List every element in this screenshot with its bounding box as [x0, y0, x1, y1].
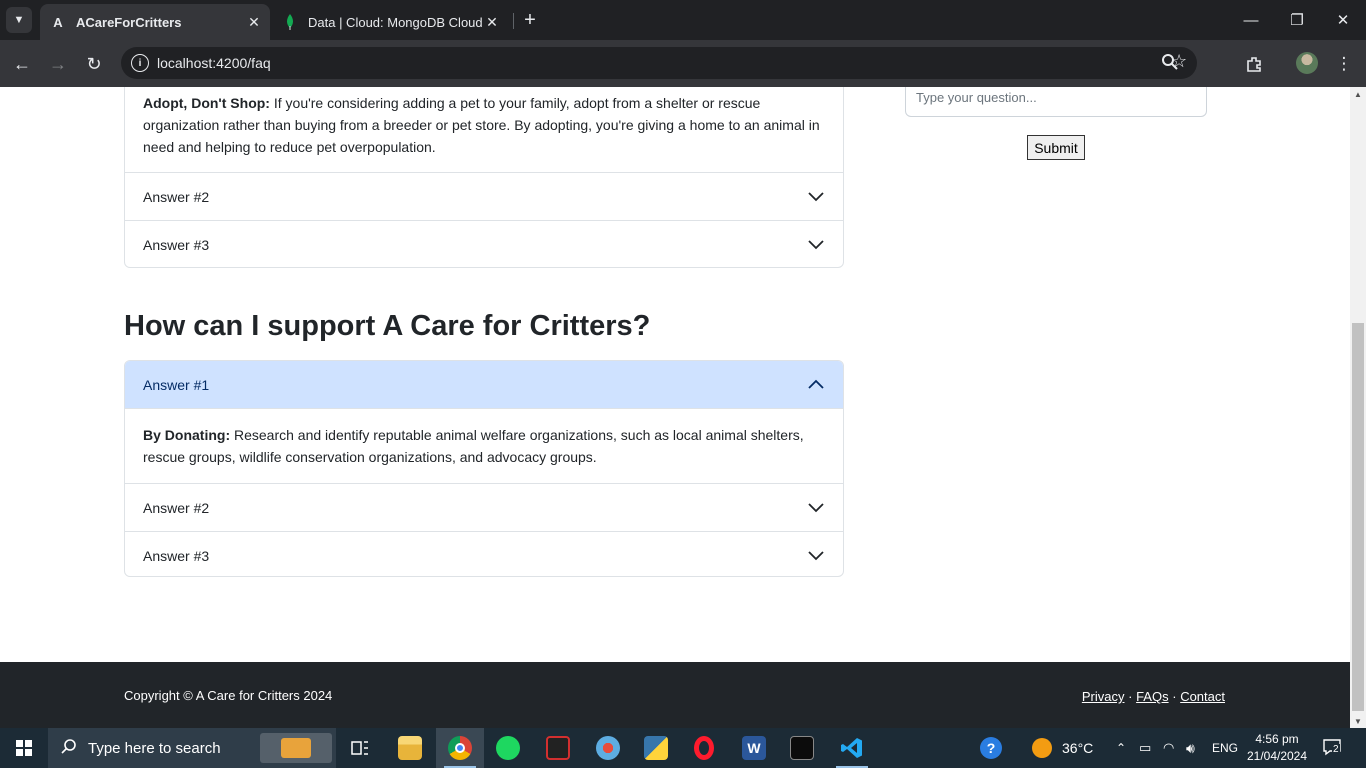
accordion-item-label: Answer #3	[143, 547, 210, 564]
mongodb-leaf-icon	[282, 14, 298, 30]
footer-separator: ·	[1128, 689, 1133, 704]
footer-copyright: Copyright © A Care for Critters 2024	[124, 688, 333, 703]
accordion-item-label: Answer #2	[143, 499, 210, 516]
windows-start-icon[interactable]	[0, 728, 48, 768]
scroll-up-arrow-icon[interactable]: ▲	[1350, 87, 1366, 101]
search-highlight-widget-icon[interactable]	[260, 733, 332, 763]
browser-toolbar: ← → ↻ i localhost:4200/faq ☆ ⋮	[0, 40, 1366, 87]
accordion-item-answer-1[interactable]: Answer #1	[125, 361, 843, 408]
answer-bold-lead: By Donating:	[143, 427, 231, 443]
battery-icon[interactable]: ▭	[1139, 728, 1151, 768]
section-title: How can I support A Care for Critters?	[124, 310, 651, 342]
spotify-icon[interactable]	[484, 728, 532, 768]
opera-icon[interactable]	[680, 728, 728, 768]
footer-separator: ·	[1172, 689, 1177, 704]
sun-icon	[1032, 738, 1052, 758]
terminal-icon[interactable]	[778, 728, 826, 768]
bookmark-star-icon[interactable]: ☆	[1171, 51, 1199, 75]
submit-button[interactable]: Submit	[1027, 135, 1085, 160]
site-footer: Copyright © A Care for Critters 2024 Pri…	[0, 662, 1350, 728]
accordion-item-label: Answer #1	[143, 376, 210, 393]
volume-icon[interactable]: 🔊︎	[1186, 728, 1195, 768]
minimize-icon[interactable]: —	[1228, 0, 1274, 40]
question-placeholder: Type your question...	[916, 90, 1037, 105]
site-favicon-icon: A	[53, 14, 63, 30]
word-icon[interactable]: W	[730, 728, 778, 768]
faq-accordion-adoption: Adopt, Don't Shop: If you're considering…	[124, 87, 844, 268]
answer-text: Research and identify reputable animal w…	[143, 427, 804, 465]
accordion-item-answer-2[interactable]: Answer #2	[125, 483, 843, 531]
game-launcher-icon[interactable]	[534, 728, 582, 768]
chevron-down-icon	[808, 503, 824, 513]
accordion-item-answer-2[interactable]: Answer #2	[125, 172, 843, 220]
footer-link-privacy[interactable]: Privacy	[1082, 689, 1125, 704]
taskbar-search[interactable]: Type here to search	[48, 728, 336, 768]
weather-temperature: 36°C	[1062, 740, 1094, 756]
search-placeholder: Type here to search	[88, 739, 221, 757]
close-tab-icon[interactable]: ✕	[244, 12, 264, 32]
notification-center-icon[interactable]: 2	[1322, 738, 1344, 758]
vscode-icon[interactable]	[828, 728, 876, 768]
page-scrollbar[interactable]: ▲ ▼	[1350, 87, 1366, 728]
chevron-down-icon	[808, 551, 824, 561]
back-arrow-icon[interactable]: ←	[8, 50, 36, 78]
language-indicator[interactable]: ENG	[1212, 728, 1238, 768]
page-viewport: Adopt, Don't Shop: If you're considering…	[0, 87, 1350, 728]
tab-mongodb[interactable]: Data | Cloud: MongoDB Cloud ✕	[272, 4, 508, 40]
snipping-tool-icon[interactable]	[584, 728, 632, 768]
accordion-item-answer-3[interactable]: Answer #3	[125, 531, 843, 576]
address-bar[interactable]: i localhost:4200/faq ☆	[121, 47, 1197, 79]
task-view-icon[interactable]	[336, 728, 384, 768]
restore-icon[interactable]: ❐	[1274, 0, 1320, 40]
chevron-down-icon	[808, 240, 824, 250]
weather-widget[interactable]: 36°C	[1032, 728, 1093, 768]
help-icon[interactable]: ?	[980, 728, 1002, 768]
close-tab-icon[interactable]: ✕	[482, 12, 502, 32]
site-info-icon[interactable]: i	[131, 54, 149, 72]
close-window-icon[interactable]: ✕	[1320, 0, 1366, 40]
accordion-item-label: Answer #2	[143, 188, 210, 205]
scrollbar-thumb[interactable]	[1352, 323, 1364, 711]
python-icon[interactable]	[632, 728, 680, 768]
tab-acareforcritters[interactable]: A ACareForCritters ✕	[40, 4, 270, 40]
url-text[interactable]: localhost:4200/faq	[157, 55, 271, 71]
show-hidden-icons-chevron-icon[interactable]: ⌃	[1116, 728, 1126, 768]
footer-link-faqs[interactable]: FAQs	[1136, 689, 1169, 704]
accordion-item-answer-3[interactable]: Answer #3	[125, 220, 843, 267]
answer-bold-lead: Adopt, Don't Shop:	[143, 95, 270, 111]
question-input[interactable]: Type your question...	[905, 87, 1207, 117]
wifi-icon[interactable]: ◠	[1163, 728, 1174, 768]
footer-links: Privacy · FAQs · Contact	[1082, 689, 1225, 704]
clock-time: 4:56 pm	[1255, 732, 1299, 746]
faq-accordion-support: Answer #1 By Donating: Research and iden…	[124, 360, 844, 577]
taskbar-clock[interactable]: 4:56 pm 21/04/2024	[1244, 731, 1310, 765]
accordion-body: Adopt, Don't Shop: If you're considering…	[125, 87, 843, 172]
scroll-down-arrow-icon[interactable]: ▼	[1350, 714, 1366, 728]
new-tab-icon[interactable]: +	[519, 9, 541, 31]
chrome-icon[interactable]	[436, 728, 484, 768]
accordion-body: By Donating: Research and identify reput…	[125, 408, 843, 483]
chevron-up-icon	[808, 379, 824, 389]
tab-title: Data | Cloud: MongoDB Cloud	[308, 14, 482, 30]
notification-count-badge: 2	[1332, 744, 1340, 755]
search-icon	[60, 738, 80, 758]
browser-tabbar: ▼ A ACareForCritters ✕ Data | Cloud: Mon…	[0, 0, 1366, 40]
tab-search-icon[interactable]: ▼	[6, 7, 32, 33]
more-menu-icon[interactable]: ⋮	[1330, 50, 1358, 78]
windows-taskbar: Type here to search W ? 36°C ⌃ ▭ ◠ 🔊︎ EN…	[0, 728, 1366, 768]
file-explorer-icon[interactable]	[386, 728, 434, 768]
forward-arrow-icon[interactable]: →	[44, 50, 72, 78]
accordion-item-label: Answer #3	[143, 236, 210, 253]
reload-icon[interactable]: ↻	[80, 50, 108, 78]
clock-date: 21/04/2024	[1246, 749, 1308, 763]
footer-link-contact[interactable]: Contact	[1180, 689, 1225, 704]
tab-title: ACareForCritters	[76, 14, 182, 30]
extensions-icon[interactable]	[1240, 50, 1268, 78]
chevron-down-icon	[808, 192, 824, 202]
profile-avatar[interactable]	[1296, 52, 1318, 74]
tab-separator	[513, 13, 514, 29]
